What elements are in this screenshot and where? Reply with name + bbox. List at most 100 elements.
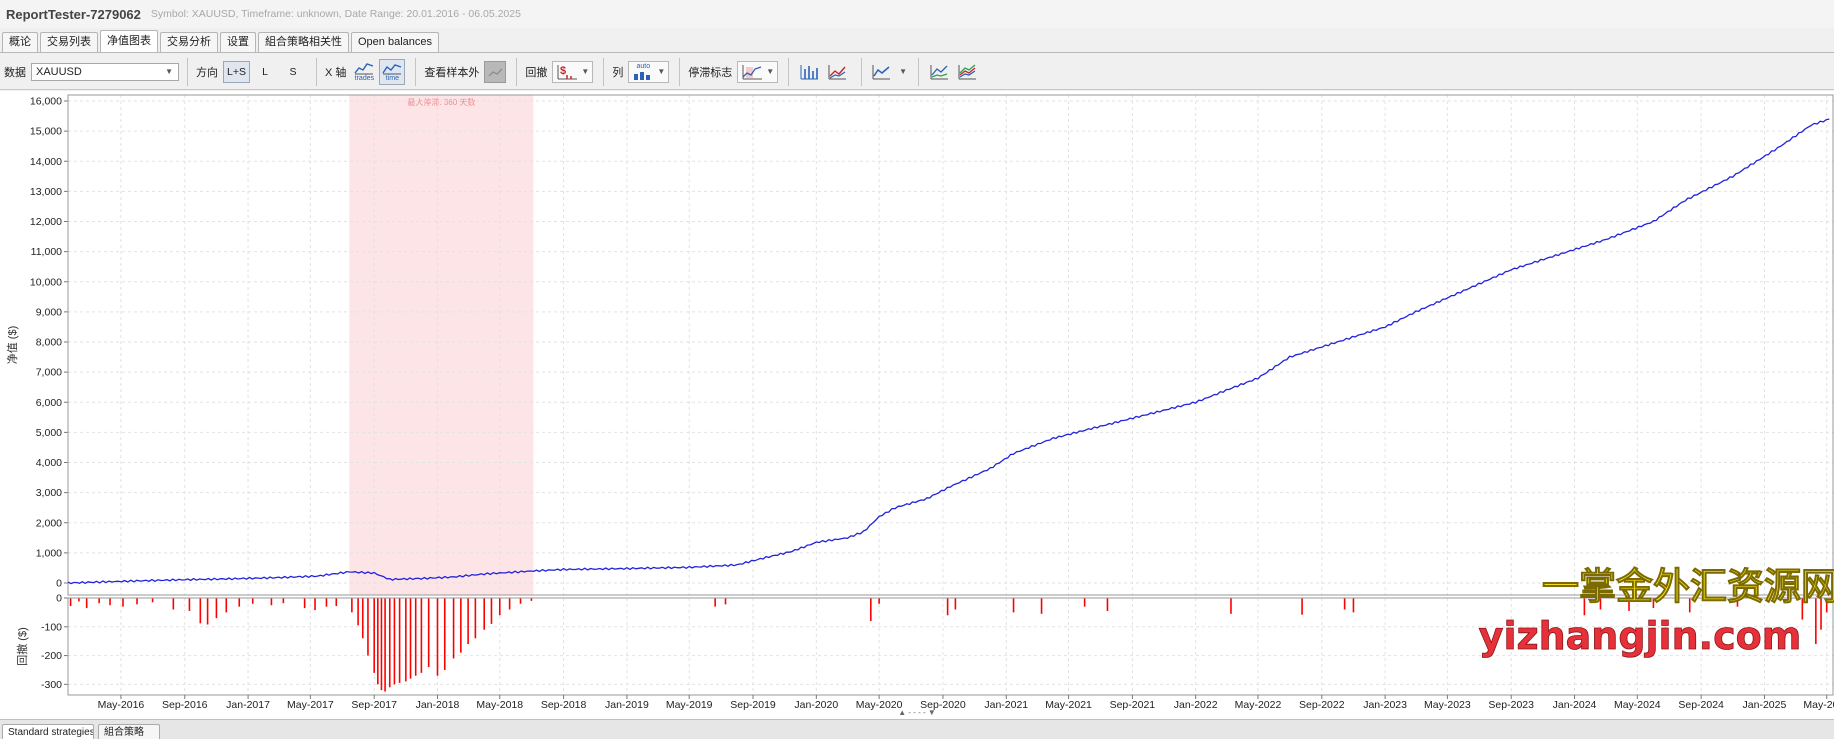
line-chart-icon (488, 67, 503, 76)
x-tick-label: Sep-2016 (162, 699, 208, 711)
y-tick-label: 1,000 (36, 547, 62, 559)
toolbar-divider (187, 57, 188, 86)
x-axis-label: X 轴 (324, 66, 347, 79)
chevron-down-icon: ▼ (165, 66, 173, 76)
y-tick-label: 3,000 (36, 487, 62, 499)
chart-style-dropdown[interactable]: ▼ (870, 61, 908, 83)
direction-long-button[interactable]: L (252, 61, 278, 83)
y-tick-label: 9,000 (36, 306, 62, 318)
y-tick-label: 11,000 (31, 246, 62, 258)
x-tick-label: May-2022 (1235, 699, 1282, 711)
bottom-tab-portfolio-strategies[interactable]: 組合策略 (98, 724, 160, 739)
y-tick-label: 15,000 (30, 126, 62, 138)
x-tick-label: Jan-2025 (1743, 699, 1787, 711)
y-tick-label: 0 (56, 593, 62, 605)
toolbar-divider (918, 57, 920, 86)
columns-dropdown[interactable]: auto ▼ (628, 60, 670, 83)
bar-chart-icon[interactable] (797, 60, 821, 84)
x-tick-label: Sep-2022 (1299, 699, 1345, 711)
x-tick-label: Jan-2018 (416, 699, 460, 711)
x-tick-label: May-2018 (476, 699, 523, 711)
y-tick-label: 12,000 (30, 216, 62, 228)
stagnation-dropdown[interactable]: ▼ (737, 60, 779, 83)
y-tick-label: 14,000 (30, 156, 62, 168)
tab-settings[interactable]: 设置 (220, 32, 256, 52)
equity-chart: 最大停滞: 360 天数 0 1,000 2,000 3,000 4,000 5,000 6… (0, 91, 1834, 719)
toolbar-divider (415, 57, 417, 86)
drawdown-dropdown[interactable]: $ ▼ (552, 60, 594, 83)
direction-label: 方向 (196, 66, 218, 79)
multi-series-icon[interactable] (955, 60, 979, 84)
x-axis-trades-label: trades (354, 74, 375, 82)
tab-portfolio-correlation[interactable]: 組合策略相关性 (258, 32, 349, 52)
x-tick-label: May-2021 (1045, 699, 1092, 711)
chevron-down-icon: ▼ (766, 67, 775, 76)
bottom-tab-standard-strategies[interactable]: Standard strategies (2, 724, 94, 739)
report-tester-window: ReportTester-7279062 Symbol: XAUUSD, Tim… (0, 0, 1834, 739)
stagnation-band (349, 95, 534, 595)
toolbar-divider (788, 57, 790, 86)
toolbar-divider (603, 57, 605, 86)
columns-auto-label: auto (636, 63, 651, 70)
toolbar-divider (315, 57, 317, 86)
line-chart-icon (382, 63, 402, 74)
y-tick-label: -300 (41, 679, 62, 691)
y-tick-label: 10,000 (30, 276, 62, 288)
x-tick-label: May-2024 (1614, 699, 1661, 711)
dollar-chart-icon: $ (557, 64, 578, 79)
x-tick-label: Sep-2018 (541, 699, 587, 711)
x-tick-label: Jan-2024 (1553, 699, 1597, 711)
tab-open-balances[interactable]: Open balances (351, 32, 439, 52)
chevron-down-icon: ▼ (899, 67, 908, 76)
chevron-down-icon: ▼ (657, 67, 666, 76)
data-symbol-select[interactable]: XAUUSD ▼ (31, 62, 179, 81)
x-tick-label: Sep-2019 (730, 699, 776, 711)
y-tick-label: -100 (41, 621, 62, 633)
tab-trade-analysis[interactable]: 交易分析 (160, 32, 218, 52)
x-axis-time-label: time (385, 74, 399, 82)
window-subtitle: Symbol: XAUUSD, Timeframe: unknown, Date… (150, 8, 521, 20)
x-tick-label: May-2020 (856, 699, 903, 711)
x-tick-label: Sep-2024 (1678, 699, 1724, 711)
x-tick-label: May-2017 (287, 699, 334, 711)
tab-equity-chart[interactable]: 净值图表 (100, 30, 158, 52)
data-symbol-value: XAUUSD (36, 65, 82, 78)
panel-splitter-handle[interactable]: ▲ - - - - ▼ (898, 708, 936, 717)
title-bar: ReportTester-7279062 Symbol: XAUUSD, Tim… (0, 0, 1834, 28)
y-tick-label: -200 (41, 650, 62, 662)
watermark-line1: 一掌金外汇资源网 (1542, 565, 1834, 608)
direction-short-button[interactable]: S (280, 61, 306, 83)
watermark-line2: yizhangjin.com (1479, 614, 1802, 658)
x-axis-trades-button[interactable]: trades (351, 59, 377, 85)
columns-label: 列 (612, 66, 624, 79)
stagnation-chart-icon (742, 64, 763, 79)
line-chart-icon[interactable] (825, 60, 849, 84)
stagnation-label: 停滞标志 (688, 66, 733, 79)
x-tick-label: Jan-2017 (226, 699, 270, 711)
direction-long-short-button[interactable]: L+S (223, 60, 250, 83)
svg-text:$: $ (560, 65, 566, 77)
out-of-sample-toggle[interactable] (484, 60, 507, 83)
drawdown-label: 回撤 (525, 66, 548, 79)
x-tick-label: Jan-2020 (794, 699, 838, 711)
x-tick-label: Jan-2021 (984, 699, 1028, 711)
x-tick-label: May-2016 (98, 699, 145, 711)
x-tick-label: May-2025 (1803, 699, 1834, 711)
y-tick-label: 2,000 (36, 517, 62, 529)
compare-lines-icon[interactable] (927, 60, 951, 84)
equity-y-label: 净值 ($) (5, 326, 19, 365)
x-tick-label: May-2019 (666, 699, 713, 711)
y-tick-label: 8,000 (36, 337, 62, 349)
chart-toolbar: 数据 XAUUSD ▼ 方向 L+S L S X 轴 trades time 查… (0, 54, 1834, 90)
x-tick-label: Jan-2019 (605, 699, 649, 711)
drawdown-y-label: 回撤 ($) (15, 627, 29, 666)
x-tick-label: Sep-2023 (1488, 699, 1534, 711)
bar-chart-icon (634, 72, 651, 80)
tab-overview[interactable]: 概论 (2, 32, 38, 52)
tab-trade-list[interactable]: 交易列表 (40, 32, 98, 52)
x-axis-time-button[interactable]: time (379, 58, 406, 85)
stagnation-label: 最大停滞: 360 天数 (407, 97, 475, 107)
x-tick-label: Sep-2021 (1110, 699, 1156, 711)
data-label: 数据 (4, 66, 26, 79)
y-tick-label: 16,000 (30, 96, 62, 108)
